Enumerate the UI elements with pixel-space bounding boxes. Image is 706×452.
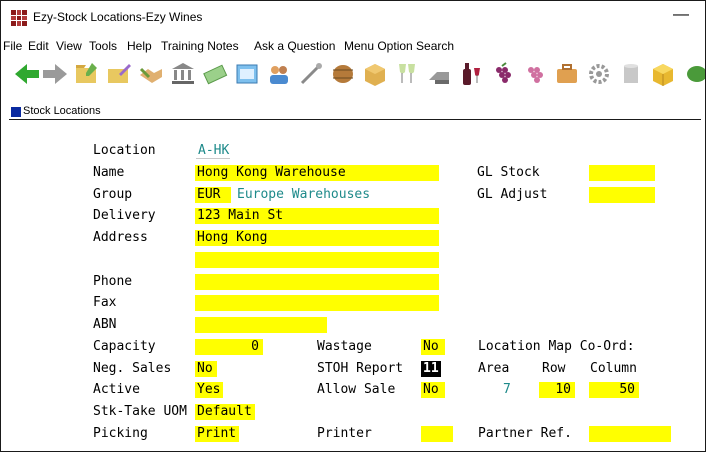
stoh-report-field[interactable]: 11 bbox=[421, 361, 441, 377]
map-column-field[interactable]: 50 bbox=[589, 382, 639, 398]
neg-sales-label: Neg. Sales bbox=[93, 361, 172, 376]
fax-field[interactable] bbox=[195, 295, 439, 311]
phone-field[interactable] bbox=[195, 274, 439, 290]
partner-ref-label: Partner Ref. bbox=[478, 426, 572, 441]
address-line2-field[interactable] bbox=[195, 252, 439, 268]
capacity-field[interactable]: 0 bbox=[195, 339, 263, 355]
picking-label: Picking bbox=[93, 426, 148, 441]
name-field[interactable]: Hong Kong Warehouse bbox=[195, 165, 439, 181]
stk-take-uom-field[interactable]: Default bbox=[195, 404, 255, 420]
group-label: Group bbox=[93, 187, 133, 202]
map-area-label: Area bbox=[478, 361, 510, 376]
delivery-field[interactable]: 123 Main St bbox=[195, 208, 439, 224]
map-row-label: Row bbox=[542, 361, 566, 376]
map-column-label: Column bbox=[590, 361, 637, 376]
stoh-report-label: STOH Report bbox=[317, 361, 404, 376]
abn-field[interactable] bbox=[195, 317, 327, 333]
partner-ref-field[interactable] bbox=[589, 426, 671, 442]
group-code-field[interactable]: EUR bbox=[195, 187, 231, 203]
stk-take-uom-label: Stk-Take UOM bbox=[93, 404, 187, 419]
capacity-label: Capacity bbox=[93, 339, 156, 354]
gl-adjust-label: GL Adjust bbox=[477, 187, 548, 202]
allow-sale-field[interactable]: No bbox=[421, 382, 445, 398]
fax-label: Fax bbox=[93, 295, 117, 310]
location-map-label: Location Map Co-Ord: bbox=[478, 339, 635, 354]
delivery-label: Delivery bbox=[93, 208, 156, 223]
picking-field[interactable]: Print bbox=[195, 426, 239, 442]
allow-sale-label: Allow Sale bbox=[317, 382, 396, 397]
map-area-value[interactable]: 7 bbox=[503, 382, 511, 397]
group-description: Europe Warehouses bbox=[237, 187, 371, 202]
app-window: Ezy-Stock Locations-Ezy Wines — File Edi… bbox=[0, 0, 706, 452]
neg-sales-field[interactable]: No bbox=[195, 361, 217, 377]
abn-label: ABN bbox=[93, 317, 117, 332]
location-label: Location bbox=[93, 143, 156, 158]
gl-stock-field[interactable] bbox=[589, 165, 655, 181]
name-label: Name bbox=[93, 165, 125, 180]
stock-location-form: Location A-HK Name Hong Kong Warehouse G… bbox=[1, 1, 705, 451]
printer-field[interactable] bbox=[421, 426, 453, 442]
printer-label: Printer bbox=[317, 426, 372, 441]
location-value[interactable]: A-HK bbox=[198, 143, 229, 158]
wastage-label: Wastage bbox=[317, 339, 372, 354]
phone-label: Phone bbox=[93, 274, 133, 289]
gl-stock-label: GL Stock bbox=[477, 165, 540, 180]
map-row-field[interactable]: 10 bbox=[539, 382, 575, 398]
address-label: Address bbox=[93, 230, 148, 245]
location-underline bbox=[196, 158, 230, 159]
wastage-field[interactable]: No bbox=[421, 339, 445, 355]
active-label: Active bbox=[93, 382, 140, 397]
gl-adjust-field[interactable] bbox=[589, 187, 655, 203]
active-field[interactable]: Yes bbox=[195, 382, 223, 398]
address-line1-field[interactable]: Hong Kong bbox=[195, 230, 439, 246]
